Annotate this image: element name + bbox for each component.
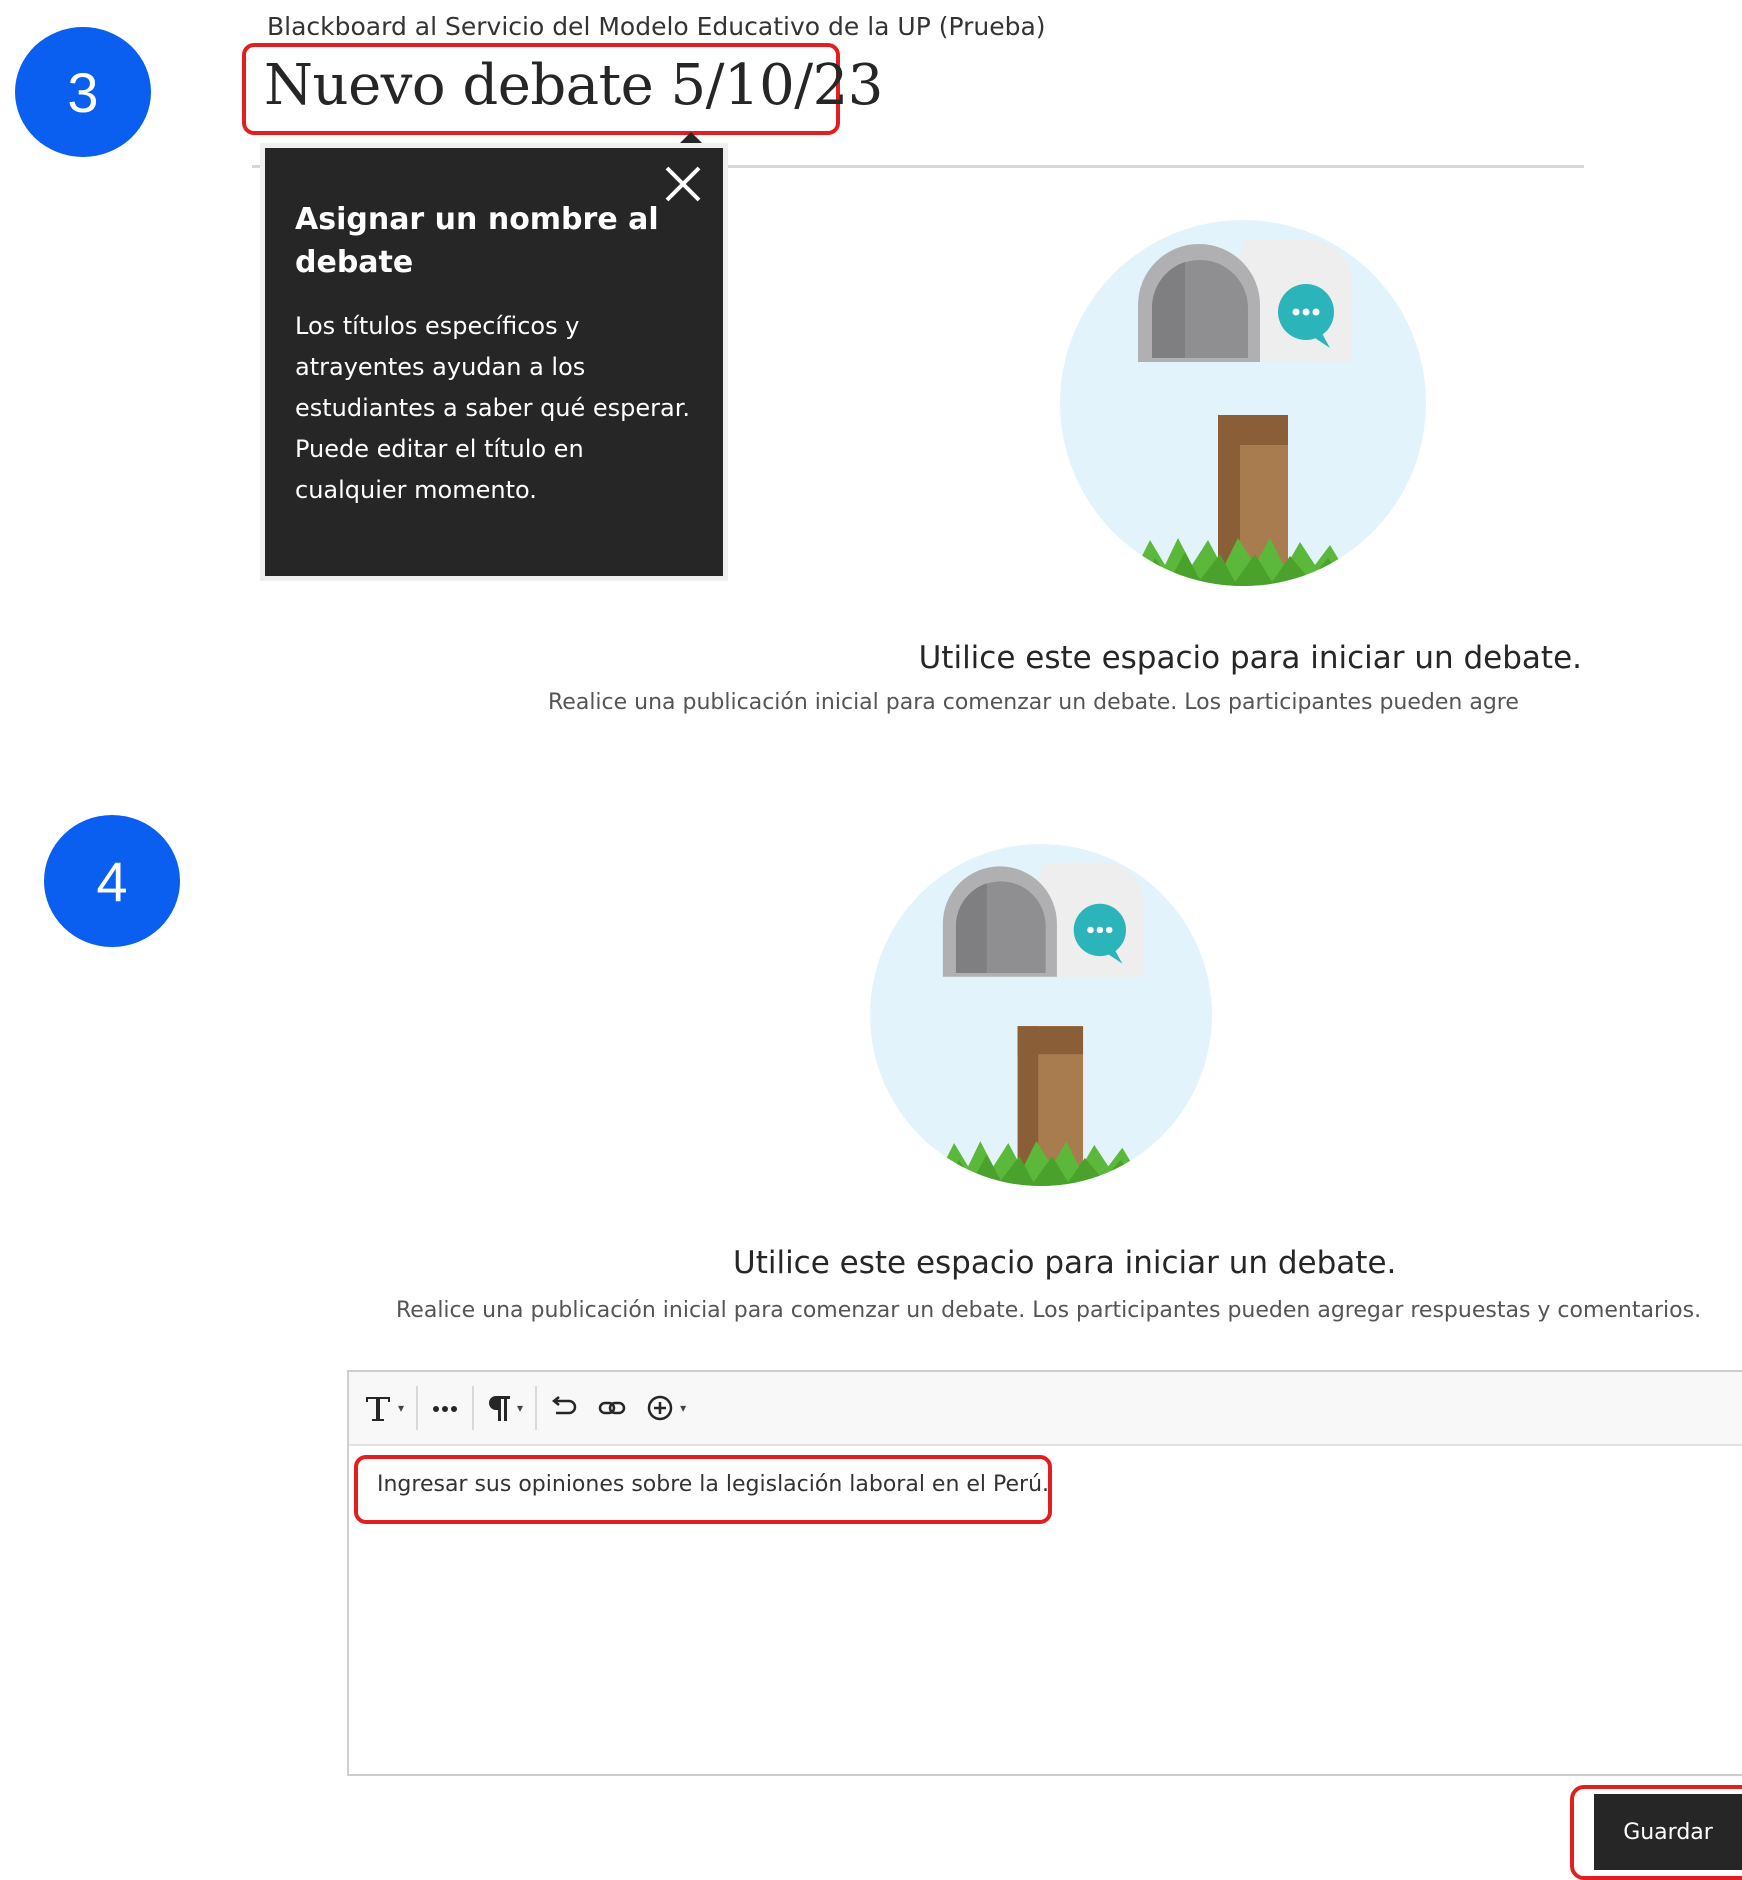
empty-state-heading: Utilice este espacio para iniciar un deb…	[733, 1245, 1397, 1281]
toolbar-separator	[535, 1386, 538, 1430]
mailbox-illustration	[1060, 220, 1426, 586]
step-3-badge: 3	[15, 27, 151, 157]
undo-icon[interactable]	[549, 1378, 579, 1438]
naming-tooltip: Asignar un nombre al debate Los títulos …	[265, 148, 723, 576]
save-button[interactable]: Guardar	[1594, 1794, 1742, 1870]
toolbar-separator	[416, 1386, 419, 1430]
course-name[interactable]: Blackboard al Servicio del Modelo Educat…	[267, 12, 1046, 41]
tooltip-text: Los títulos específicos y atrayentes ayu…	[295, 312, 691, 504]
post-editor: ▾ ▾ ▾ Ingresar sus opiniones sobre la le…	[347, 1370, 1742, 1776]
close-icon[interactable]	[661, 162, 705, 206]
empty-state-subtext: Realice una publicación inicial para com…	[396, 1298, 1702, 1323]
mailbox-illustration	[870, 835, 1212, 1195]
empty-state-subtext: Realice una publicación inicial para com…	[548, 690, 1519, 715]
empty-state-heading: Utilice este espacio para iniciar un deb…	[918, 640, 1582, 676]
editor-toolbar: ▾ ▾ ▾	[349, 1372, 1742, 1446]
paragraph-icon[interactable]: ▾	[486, 1378, 523, 1438]
content-highlight-box	[354, 1455, 1052, 1524]
page-title[interactable]: Nuevo debate 5/10/23	[264, 53, 883, 118]
text-format-icon[interactable]: ▾	[363, 1378, 404, 1438]
tooltip-title: Asignar un nombre al debate	[295, 202, 659, 280]
more-icon[interactable]	[430, 1378, 460, 1438]
link-icon[interactable]	[597, 1378, 627, 1438]
toolbar-separator	[472, 1386, 475, 1430]
step-4-badge: 4	[44, 815, 180, 947]
insert-plus-icon[interactable]: ▾	[645, 1378, 686, 1438]
